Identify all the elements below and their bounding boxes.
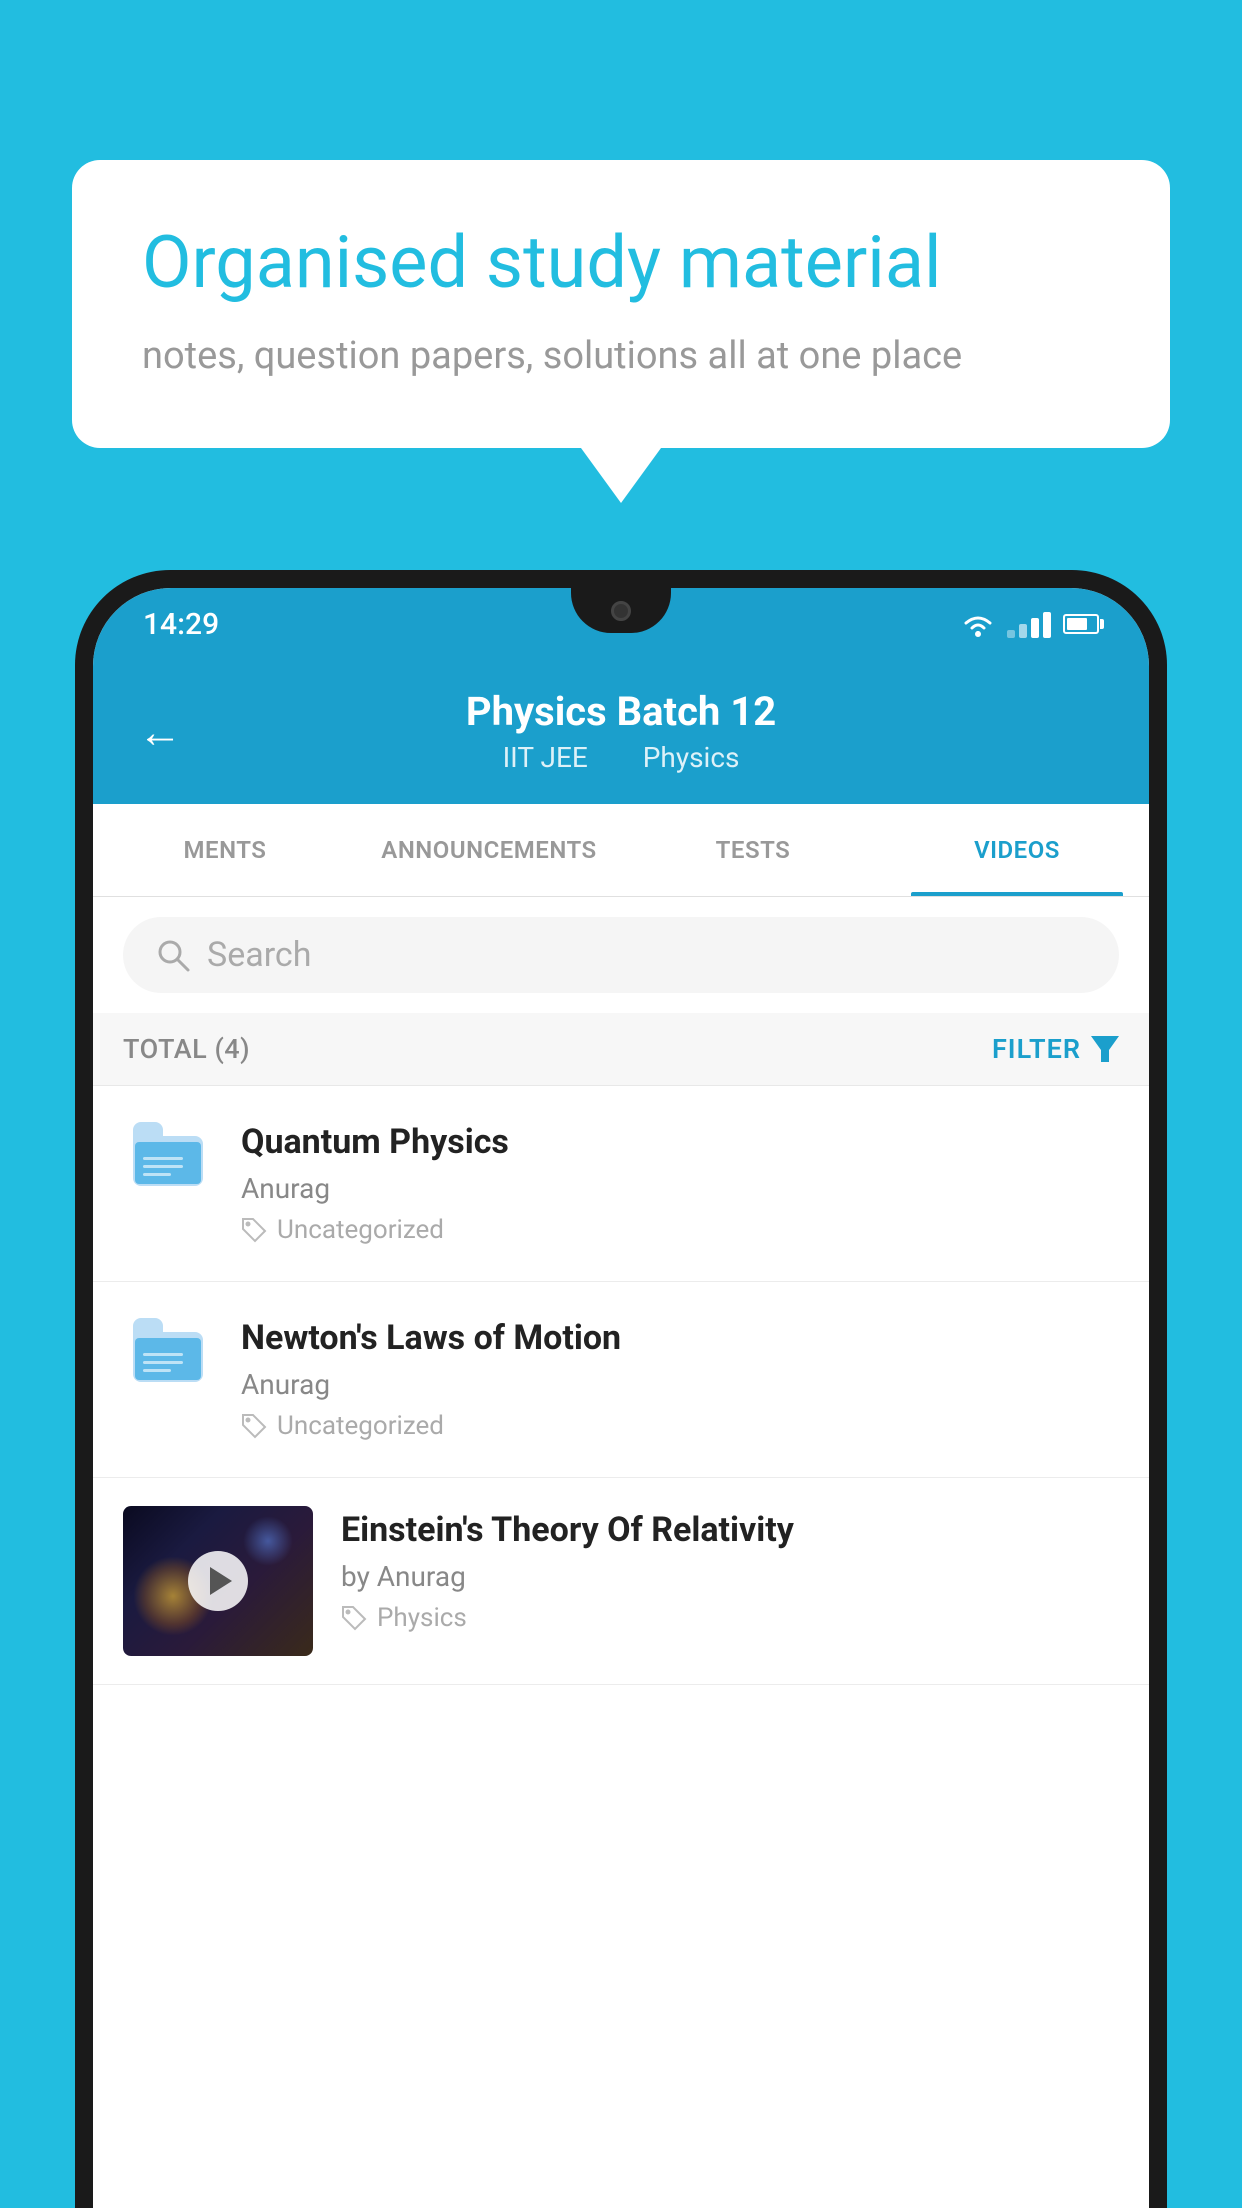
speech-bubble-title: Organised study material xyxy=(142,220,1100,306)
notch-camera xyxy=(611,601,631,621)
tag-label: Physics xyxy=(377,1603,467,1633)
folder-icon xyxy=(133,1322,203,1382)
tab-videos[interactable]: VIDEOS xyxy=(885,804,1149,896)
search-bar: Search xyxy=(93,897,1149,1013)
einstein-title: Einstein's Theory Of Relativity xyxy=(341,1510,1119,1550)
item-icon-wrap xyxy=(123,1122,213,1186)
filter-funnel-icon xyxy=(1091,1036,1119,1062)
header-subtitle-iitjee: IIT JEE xyxy=(503,741,588,774)
total-count: TOTAL (4) xyxy=(123,1033,250,1065)
folder-line xyxy=(143,1369,171,1372)
speech-bubble-subtitle: notes, question papers, solutions all at… xyxy=(142,334,1100,378)
item-tag: Uncategorized xyxy=(241,1411,1119,1441)
filter-label: FILTER xyxy=(992,1033,1081,1065)
app-header: ← Physics Batch 12 IIT JEE Physics xyxy=(93,660,1149,804)
item-title: Quantum Physics xyxy=(241,1122,1119,1162)
header-title: Physics Batch 12 xyxy=(466,688,776,735)
header-subtitle: IIT JEE Physics xyxy=(491,741,752,774)
status-time: 14:29 xyxy=(143,607,219,642)
einstein-content: Einstein's Theory Of Relativity by Anura… xyxy=(341,1506,1119,1633)
list-item-einstein[interactable]: Einstein's Theory Of Relativity by Anura… xyxy=(93,1478,1149,1685)
tag-icon xyxy=(241,1217,267,1243)
tab-ments[interactable]: MENTS xyxy=(93,804,357,896)
list-item[interactable]: Quantum Physics Anurag Uncategorized xyxy=(93,1086,1149,1282)
einstein-author: by Anurag xyxy=(341,1560,1119,1593)
tab-announcements[interactable]: ANNOUNCEMENTS xyxy=(357,804,621,896)
item-content: Newton's Laws of Motion Anurag Uncategor… xyxy=(241,1318,1119,1441)
search-icon xyxy=(155,937,191,973)
battery-fill xyxy=(1067,618,1087,630)
folder-line xyxy=(143,1157,183,1160)
play-button[interactable] xyxy=(188,1551,248,1611)
tabs-bar: MENTS ANNOUNCEMENTS TESTS VIDEOS xyxy=(93,804,1149,897)
folder-lines xyxy=(143,1157,183,1176)
tab-tests[interactable]: TESTS xyxy=(621,804,885,896)
search-placeholder: Search xyxy=(207,935,311,975)
tag-icon xyxy=(241,1413,267,1439)
tag-icon xyxy=(341,1605,367,1631)
einstein-tag: Physics xyxy=(341,1603,1119,1633)
filter-bar: TOTAL (4) FILTER xyxy=(93,1013,1149,1086)
phone-frame: 14:29 xyxy=(75,570,1167,2208)
folder-line xyxy=(143,1165,183,1168)
folder-icon xyxy=(133,1126,203,1186)
item-author: Anurag xyxy=(241,1172,1119,1205)
wifi-icon xyxy=(961,611,995,637)
content-list: Quantum Physics Anurag Uncategorized xyxy=(93,1086,1149,2208)
folder-line xyxy=(143,1361,183,1364)
status-icons xyxy=(961,610,1099,638)
item-title: Newton's Laws of Motion xyxy=(241,1318,1119,1358)
folder-line xyxy=(143,1353,183,1356)
item-content: Quantum Physics Anurag Uncategorized xyxy=(241,1122,1119,1245)
list-item[interactable]: Newton's Laws of Motion Anurag Uncategor… xyxy=(93,1282,1149,1478)
folder-line xyxy=(143,1173,171,1176)
search-input-wrapper[interactable]: Search xyxy=(123,917,1119,993)
thumb-glow2 xyxy=(243,1516,293,1566)
item-tag: Uncategorized xyxy=(241,1215,1119,1245)
speech-bubble-arrow xyxy=(581,448,661,503)
filter-button[interactable]: FILTER xyxy=(992,1033,1119,1065)
signal-icon xyxy=(1007,610,1051,638)
status-bar: 14:29 xyxy=(93,588,1149,660)
tag-label: Uncategorized xyxy=(277,1215,444,1245)
header-subtitle-physics: Physics xyxy=(643,741,740,774)
tag-label: Uncategorized xyxy=(277,1411,444,1441)
folder-lines xyxy=(143,1353,183,1372)
battery-icon xyxy=(1063,614,1099,634)
phone-inner: 14:29 xyxy=(93,588,1149,2208)
play-triangle xyxy=(210,1567,232,1595)
speech-bubble-container: Organised study material notes, question… xyxy=(72,160,1170,503)
notch xyxy=(571,588,671,633)
item-author: Anurag xyxy=(241,1368,1119,1401)
back-button[interactable]: ← xyxy=(138,706,182,758)
item-icon-wrap xyxy=(123,1318,213,1382)
folder-front xyxy=(135,1338,201,1380)
speech-bubble: Organised study material notes, question… xyxy=(72,160,1170,448)
folder-front xyxy=(135,1142,201,1184)
video-thumbnail xyxy=(123,1506,313,1656)
